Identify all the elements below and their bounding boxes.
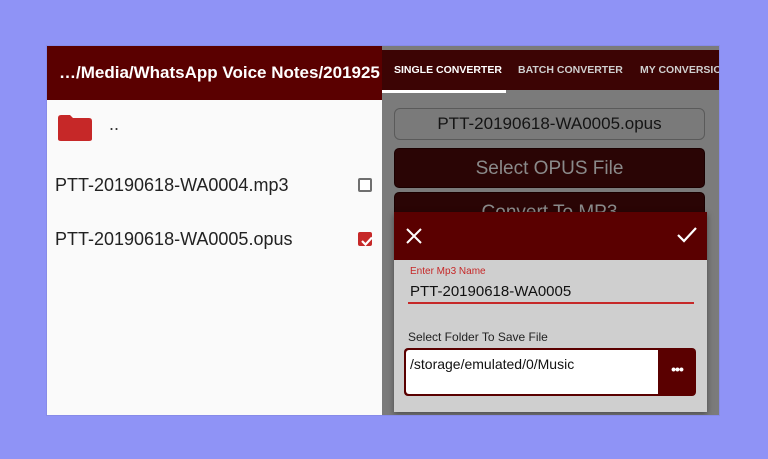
tab-single-converter[interactable]: SINGLE CONVERTER bbox=[394, 64, 502, 76]
save-dialog: Enter Mp3 Name PTT-20190618-WA0005 Selec… bbox=[394, 212, 707, 412]
tab-my-conversions[interactable]: MY CONVERSIO bbox=[640, 64, 719, 76]
current-path: …/Media/WhatsApp Voice Notes/201925 bbox=[59, 63, 380, 82]
file-browser: …/Media/WhatsApp Voice Notes/201925 .. P… bbox=[47, 46, 382, 415]
converter-screen: SINGLE CONVERTER BATCH CONVERTER MY CONV… bbox=[382, 46, 719, 415]
path-bar: …/Media/WhatsApp Voice Notes/201925 bbox=[47, 46, 382, 100]
select-opus-button[interactable]: Select OPUS File bbox=[394, 148, 705, 188]
file-name: PTT-20190618-WA0005.opus bbox=[55, 228, 293, 249]
file-checkbox[interactable] bbox=[358, 178, 372, 192]
folder-picker: /storage/emulated/0/Music ••• bbox=[404, 348, 696, 396]
more-icon[interactable]: ••• bbox=[658, 348, 696, 396]
tab-batch-converter[interactable]: BATCH CONVERTER bbox=[518, 64, 623, 76]
file-name: PTT-20190618-WA0004.mp3 bbox=[55, 174, 289, 195]
list-item-file[interactable]: PTT-20190618-WA0004.mp3 bbox=[47, 158, 382, 212]
save-folder-label: Select Folder To Save File bbox=[408, 330, 548, 344]
dialog-header bbox=[394, 212, 707, 260]
active-tab-indicator bbox=[382, 90, 506, 93]
folder-icon bbox=[58, 115, 92, 141]
check-icon bbox=[361, 236, 373, 247]
close-icon[interactable] bbox=[404, 226, 424, 246]
list-item-parent-folder[interactable]: .. bbox=[47, 102, 382, 156]
selected-file-display: PTT-20190618-WA0005.opus bbox=[394, 108, 705, 140]
mp3-name-input[interactable]: PTT-20190618-WA0005 bbox=[408, 282, 694, 304]
parent-folder-label: .. bbox=[109, 114, 120, 134]
list-item-file[interactable]: PTT-20190618-WA0005.opus bbox=[47, 212, 382, 266]
folder-path-input[interactable]: /storage/emulated/0/Music bbox=[406, 350, 658, 394]
mp3-name-label: Enter Mp3 Name bbox=[410, 266, 486, 277]
screenshot-frame: …/Media/WhatsApp Voice Notes/201925 .. P… bbox=[47, 46, 719, 415]
file-checkbox-checked[interactable] bbox=[358, 232, 373, 247]
tab-bar: SINGLE CONVERTER BATCH CONVERTER MY CONV… bbox=[382, 50, 719, 93]
check-icon[interactable] bbox=[675, 224, 699, 246]
